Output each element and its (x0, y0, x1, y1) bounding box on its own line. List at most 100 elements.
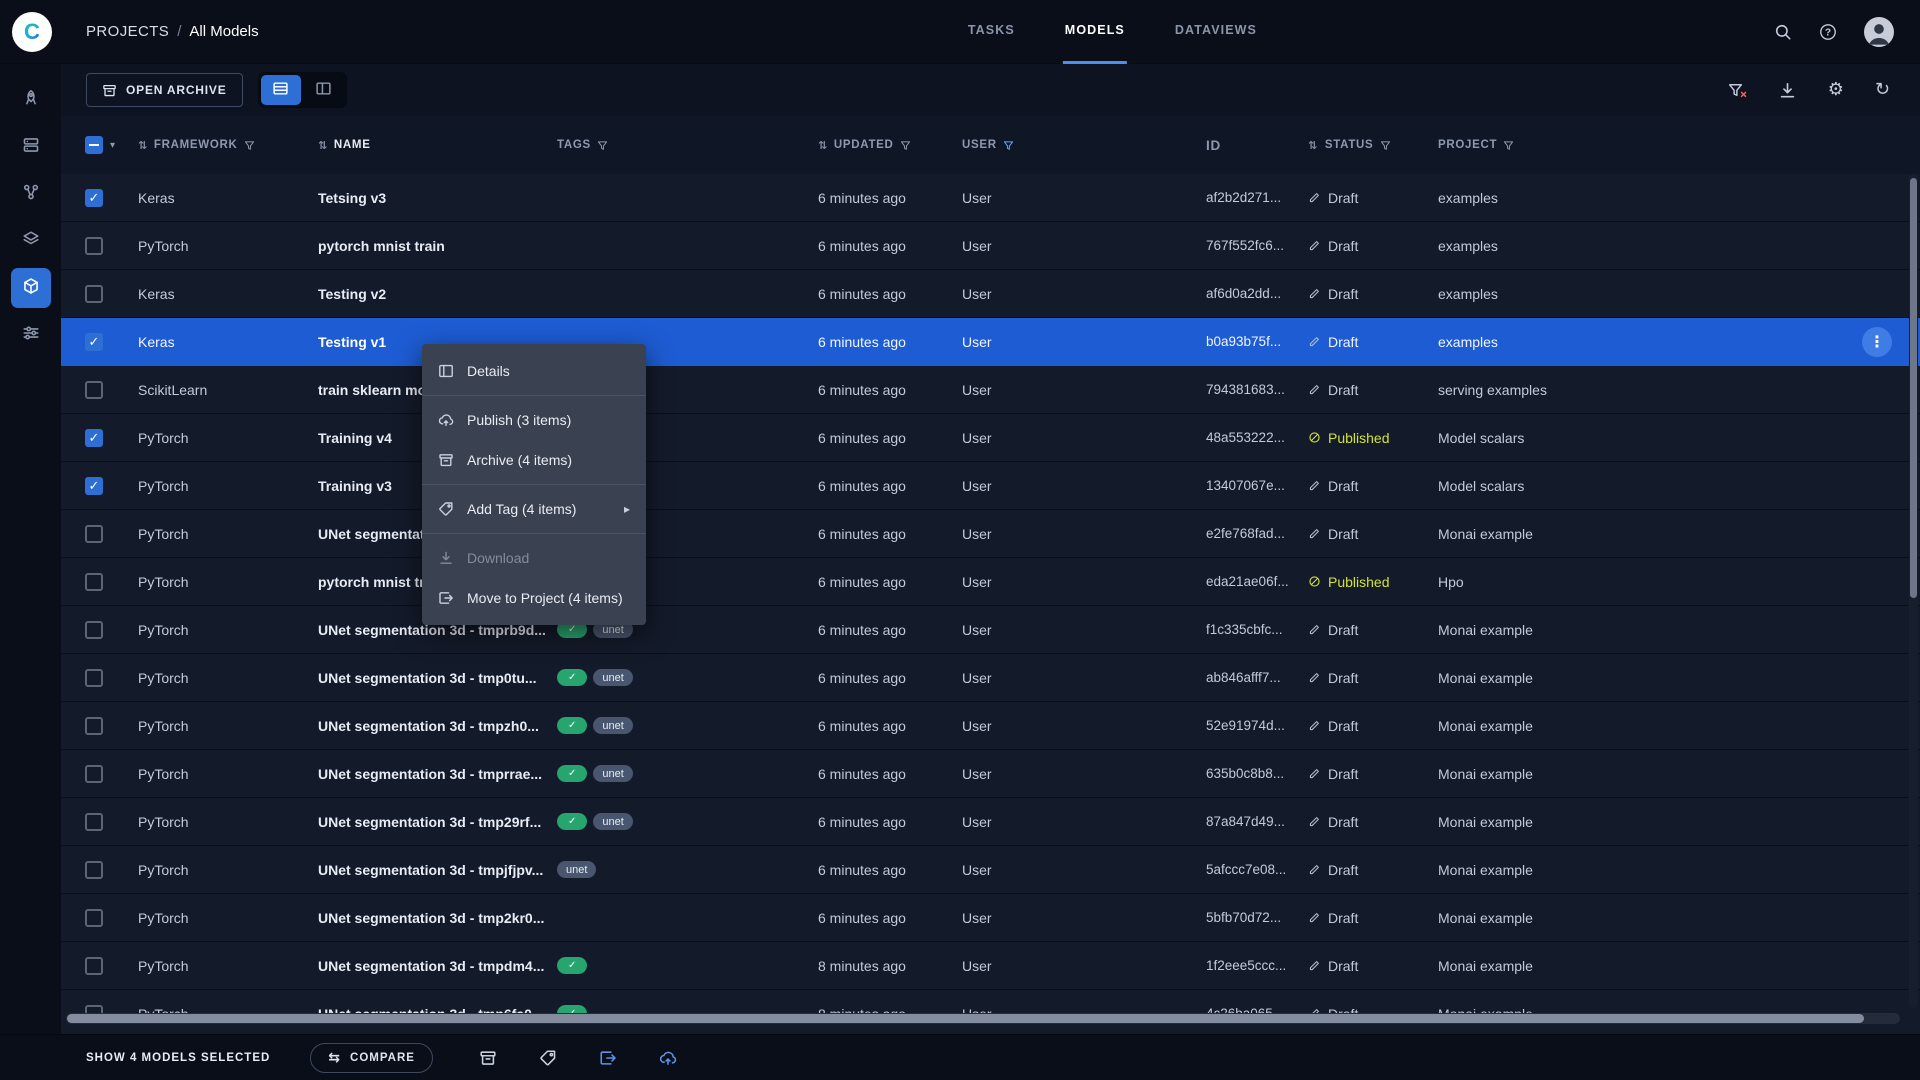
cell-id: eda21ae06f... (1206, 574, 1289, 589)
table-row[interactable]: PyTorch UNet segmentation 3d - tmpdm4... ✓… (61, 942, 1920, 990)
table-row[interactable]: PyTorchTraining v46 minutes agoUser48a55… (61, 414, 1920, 462)
sort-icon[interactable]: ⇅ (138, 139, 148, 152)
row-checkbox[interactable] (85, 188, 103, 207)
row-checkbox[interactable] (85, 236, 103, 255)
menu-item-archive-4-items[interactable]: Archive (4 items) (422, 440, 646, 480)
table-row[interactable]: PyTorch pytorch mnist tr 6 minutes ago User… (61, 558, 1920, 606)
cell-project: Monai example (1438, 525, 1533, 542)
filter-icon[interactable] (1003, 140, 1014, 151)
row-menu-button[interactable] (1862, 326, 1892, 357)
move-action-button[interactable] (599, 1049, 617, 1067)
table-row[interactable]: PyTorch UNet segmentation 3d - tmprrae...… (61, 750, 1920, 798)
tab-tasks[interactable]: TASKS (966, 0, 1017, 64)
menu-item-add-tag-4-items[interactable]: Add Tag (4 items) ▸ (422, 489, 646, 529)
row-checkbox[interactable] (85, 572, 103, 591)
row-checkbox[interactable] (85, 620, 103, 639)
cell-project: Monai example (1438, 813, 1533, 830)
column-header-tags[interactable]: TAGS (557, 139, 818, 151)
table-row[interactable]: PyTorch UNet segmentat 6 minutes ago User e2… (61, 510, 1920, 558)
row-checkbox[interactable] (85, 764, 103, 783)
row-checkbox[interactable] (85, 428, 103, 447)
selection-dropdown-caret-icon[interactable] (110, 140, 115, 151)
row-checkbox[interactable] (85, 524, 103, 543)
clearml-logo-icon[interactable]: C (12, 11, 52, 52)
table-row[interactable]: PyTorch UNet segmentation 3d - tmprb9d...… (61, 606, 1920, 654)
cell-updated: 6 minutes ago (818, 765, 906, 782)
cell-user: User (962, 381, 992, 398)
filter-icon[interactable] (1503, 140, 1514, 151)
table-row[interactable]: Keras Tetsing v3 6 minutes ago User af2b2d27… (61, 174, 1920, 222)
open-archive-button[interactable]: OPEN ARCHIVE (86, 73, 243, 107)
column-header-user[interactable]: USER (962, 139, 1206, 151)
selection-summary[interactable]: SHOW 4 MODELS SELECTED (86, 1052, 270, 1064)
cell-id: 5bfb70d72... (1206, 910, 1282, 925)
tag-action-button[interactable] (539, 1049, 557, 1067)
row-checkbox[interactable] (85, 860, 103, 879)
row-checkbox[interactable] (85, 908, 103, 927)
sidebar-item-models[interactable] (10, 268, 51, 308)
column-header-framework[interactable]: ⇅ FRAMEWORK (138, 139, 318, 152)
main-tabs: TASKS MODELS DATAVIEWS (966, 0, 1259, 64)
sidebar-item-workers[interactable] (11, 315, 51, 355)
settings-icon[interactable]: ⚙ (1828, 81, 1844, 99)
column-header-status[interactable]: ⇅ STATUS (1308, 139, 1438, 152)
row-checkbox[interactable] (85, 668, 103, 687)
filter-icon[interactable] (900, 140, 911, 151)
menu-item-details[interactable]: Details (422, 351, 646, 391)
clear-filters-icon[interactable] (1728, 81, 1747, 100)
filter-icon[interactable] (244, 140, 255, 151)
archive-action-button[interactable] (479, 1049, 497, 1067)
column-header-updated[interactable]: ⇅ UPDATED (818, 139, 962, 152)
table-row[interactable]: Keras Testing v2 6 minutes ago User af6d0a2d… (61, 270, 1920, 318)
row-checkbox[interactable] (85, 812, 103, 831)
compare-button[interactable]: ⇆ COMPARE (310, 1042, 433, 1073)
column-header-name[interactable]: ⇅ NAME (318, 139, 557, 152)
row-checkbox[interactable] (85, 332, 103, 351)
table-row[interactable]: PyTorch UNet segmentation 3d - tmpzh0... ✓… (61, 702, 1920, 750)
vertical-scrollbar-thumb[interactable] (1910, 178, 1917, 598)
table-row[interactable]: KerasTesting v16 minutes agoUserb0a93b75… (61, 318, 1920, 366)
sort-icon[interactable]: ⇅ (818, 139, 828, 152)
breadcrumb-projects[interactable]: PROJECTS (86, 23, 169, 40)
row-checkbox[interactable] (85, 956, 103, 975)
auto-refresh-icon[interactable]: ↻ (1875, 81, 1890, 99)
card-view-button[interactable] (304, 75, 344, 105)
select-all-checkbox[interactable] (85, 136, 103, 154)
column-header-project[interactable]: PROJECT (1438, 139, 1920, 151)
sort-icon[interactable]: ⇅ (318, 139, 328, 152)
filter-icon[interactable] (597, 140, 608, 151)
vertical-scrollbar[interactable] (1909, 174, 1918, 1008)
table-row[interactable]: PyTorch UNet segmentation 3d - tmpjfjpv..… (61, 846, 1920, 894)
table-row[interactable]: PyTorch UNet segmentation 3d - tmp29rf...… (61, 798, 1920, 846)
row-checkbox[interactable] (85, 284, 103, 303)
table-row[interactable]: PyTorch UNet segmentation 3d - tmp2kr0...… (61, 894, 1920, 942)
help-icon[interactable]: ? (1819, 23, 1837, 41)
column-header-id[interactable]: ID (1206, 138, 1308, 153)
publish-action-button[interactable] (659, 1049, 677, 1067)
menu-item-move-to-project-4-items[interactable]: Move to Project (4 items) (422, 578, 646, 618)
menu-item-download: Download (422, 538, 646, 578)
sidebar-item-pipelines[interactable] (11, 174, 51, 214)
menu-item-publish-3-items[interactable]: Publish (3 items) (422, 400, 646, 440)
row-checkbox[interactable] (85, 716, 103, 735)
sidebar-item-datasets[interactable] (11, 127, 51, 167)
download-icon[interactable] (1778, 81, 1797, 100)
avatar-icon[interactable] (1864, 16, 1894, 47)
table-row[interactable]: PyTorch UNet segmentation 3d - tmp0tu... ✓… (61, 654, 1920, 702)
sidebar-item-projects[interactable] (11, 80, 51, 120)
table-row[interactable]: PyTorchUNet segmentation 3d - tmp6fa0...… (61, 990, 1920, 1034)
table-row[interactable]: PyTorchTraining v36 minutes agoUser13407… (61, 462, 1920, 510)
sidebar-item-layers[interactable] (11, 221, 51, 261)
row-checkbox[interactable] (85, 380, 103, 399)
table-view-button[interactable] (260, 75, 301, 105)
horizontal-scrollbar-thumb[interactable] (67, 1014, 1865, 1023)
tab-models[interactable]: MODELS (1062, 0, 1127, 64)
row-checkbox[interactable] (85, 476, 103, 495)
tab-dataviews[interactable]: DATAVIEWS (1173, 0, 1259, 64)
search-icon[interactable] (1774, 23, 1792, 41)
sort-icon[interactable]: ⇅ (1308, 139, 1318, 152)
filter-icon[interactable] (1380, 140, 1391, 151)
horizontal-scrollbar[interactable] (66, 1013, 1900, 1024)
table-row[interactable]: PyTorch pytorch mnist train 6 minutes ago U… (61, 222, 1920, 270)
table-row[interactable]: ScikitLearn train sklearn mo 6 minutes ago… (61, 366, 1920, 414)
